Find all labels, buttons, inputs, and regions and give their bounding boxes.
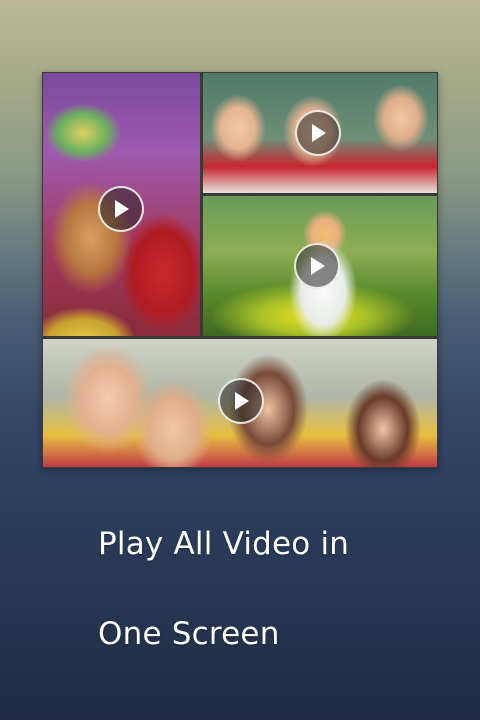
- play-icon: [115, 200, 129, 218]
- video-tile-holi-children[interactable]: [43, 73, 200, 336]
- caption-line-1: Play All Video in: [98, 526, 350, 562]
- play-button[interactable]: [98, 186, 144, 232]
- play-icon: [311, 257, 325, 275]
- video-tile-school-children[interactable]: [203, 73, 437, 193]
- video-tile-flower-field-girl[interactable]: [203, 196, 437, 336]
- video-tile-group-of-girls[interactable]: [43, 339, 437, 467]
- play-button[interactable]: [294, 243, 340, 289]
- video-collage-grid: [42, 72, 438, 468]
- play-button[interactable]: [218, 378, 264, 424]
- caption-line-2: One Screen: [98, 616, 280, 652]
- play-icon: [235, 392, 249, 410]
- play-button[interactable]: [295, 110, 341, 156]
- play-icon: [312, 124, 326, 142]
